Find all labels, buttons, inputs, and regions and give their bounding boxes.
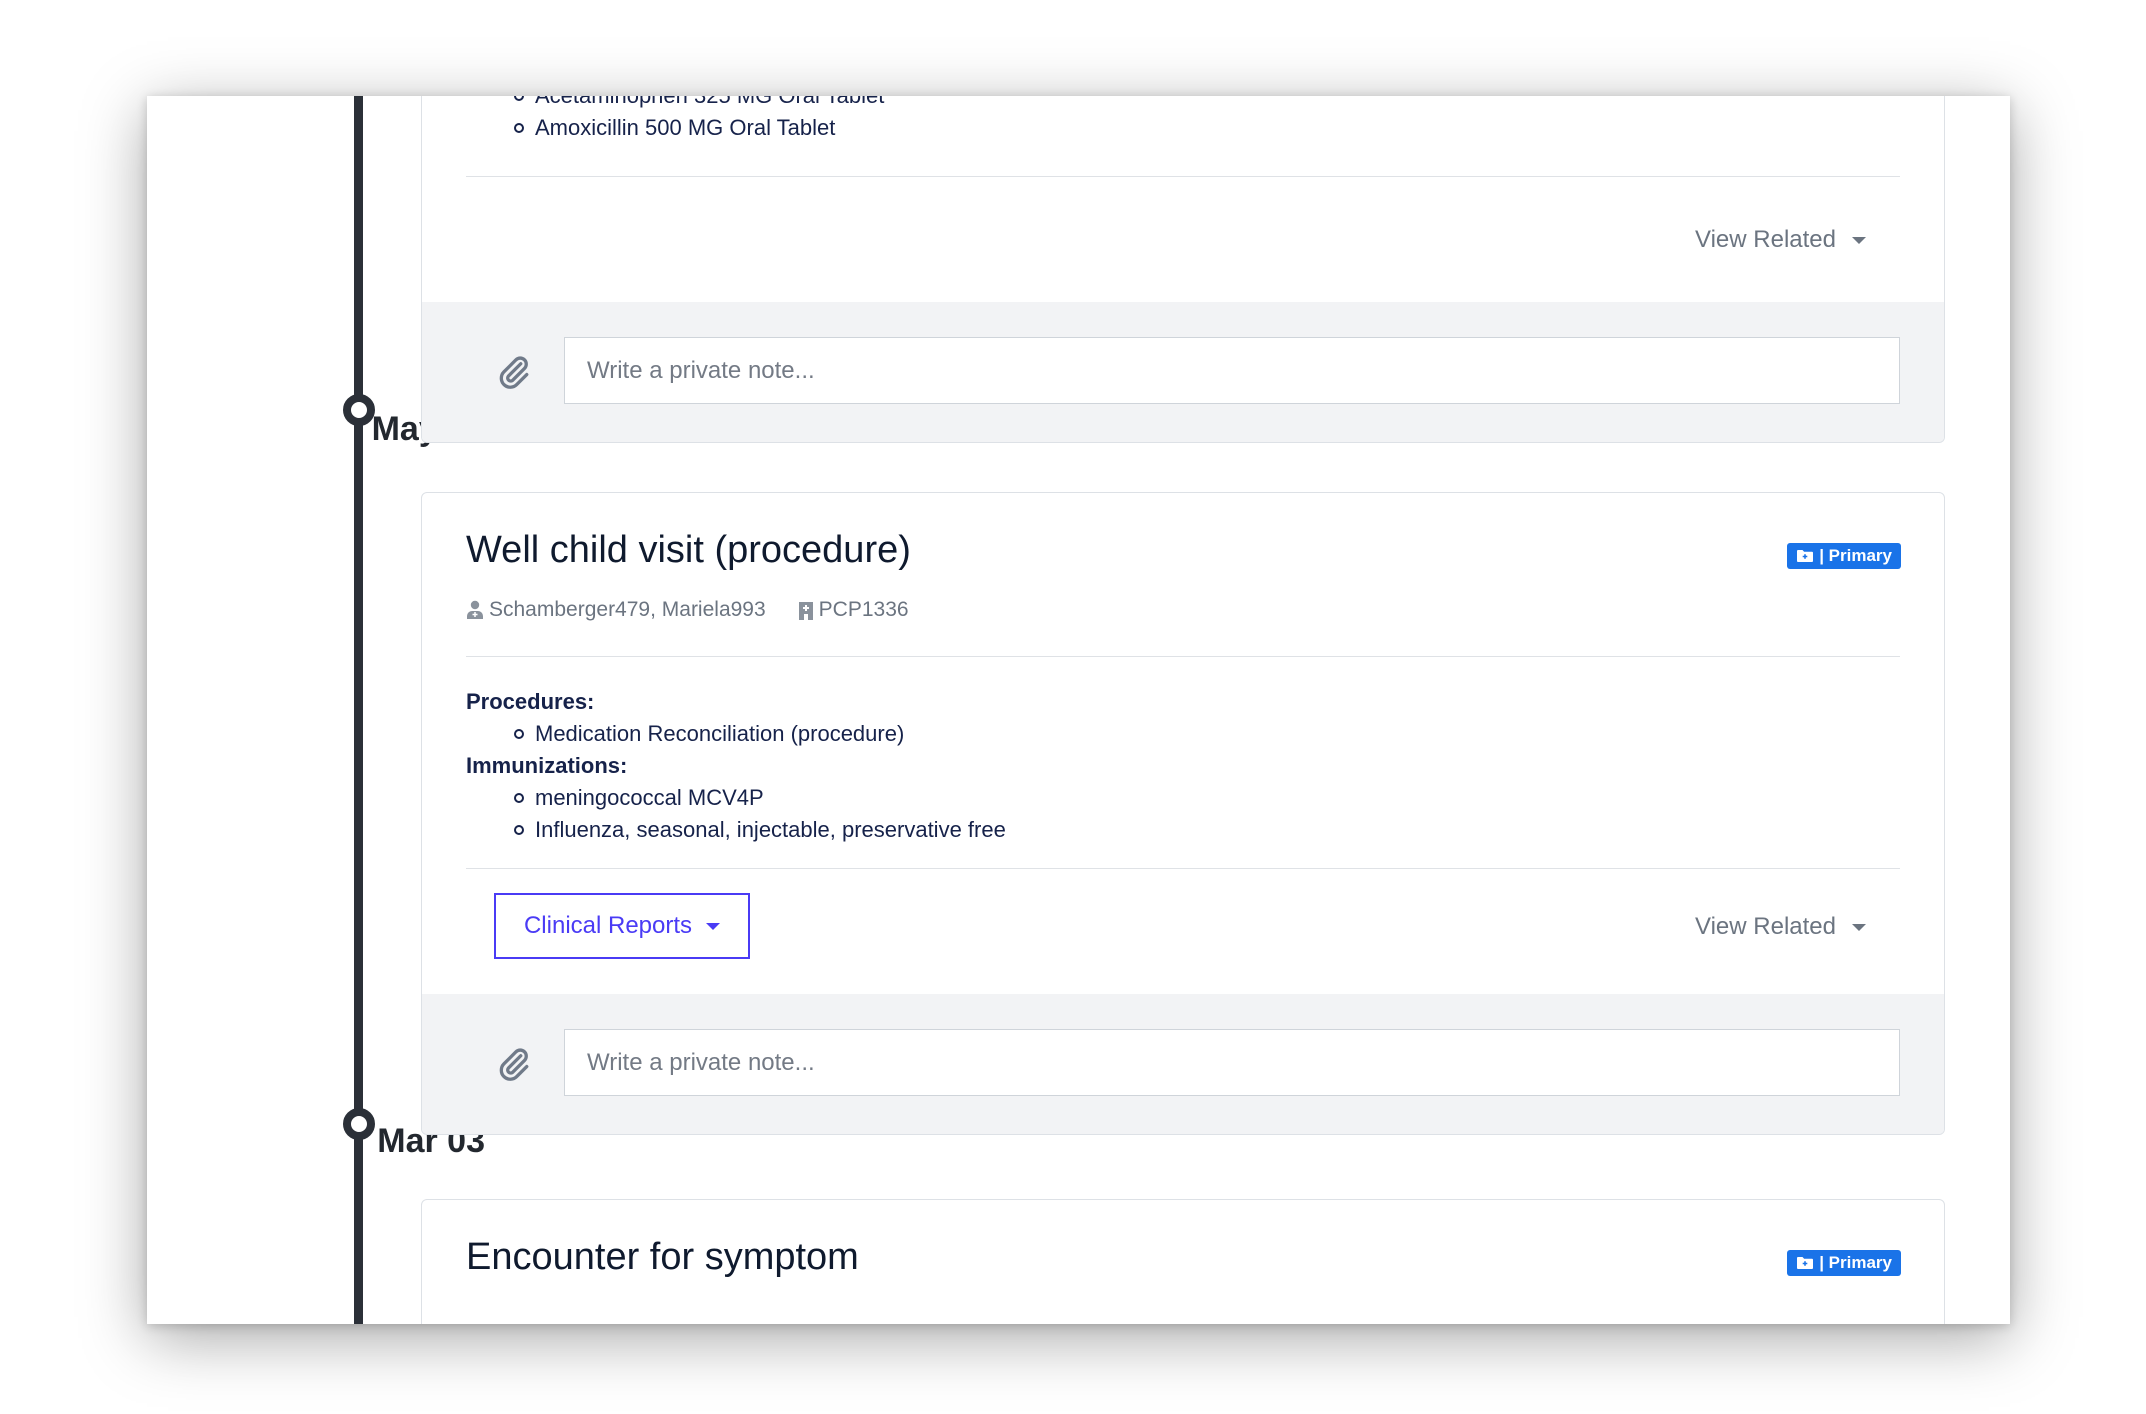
private-note-input[interactable] bbox=[564, 337, 1900, 404]
list-item: Amoxicillin 500 MG Oral Tablet bbox=[514, 115, 835, 141]
primary-badge: | Primary bbox=[1787, 1250, 1901, 1276]
bullet-icon bbox=[514, 825, 524, 835]
list-item: Influenza, seasonal, injectable, preserv… bbox=[514, 817, 1006, 843]
folder-plus-icon bbox=[1797, 1257, 1814, 1269]
bullet-icon bbox=[514, 96, 524, 101]
caret-down-icon bbox=[1852, 923, 1866, 931]
organization: PCP1336 bbox=[798, 598, 909, 622]
immunizations-label: Immunizations: bbox=[466, 753, 628, 778]
divider bbox=[466, 176, 1900, 177]
list-item: Acetaminophen 325 MG Oral Tablet bbox=[514, 96, 884, 109]
practitioner: Schamberger479, Mariela993 bbox=[466, 598, 766, 622]
view-related-dropdown[interactable]: View Related bbox=[1695, 913, 1866, 941]
timeline-window: 2018 May 28 2018 Mar 03 Acetaminophen 32… bbox=[147, 96, 2010, 1324]
procedures-label: Procedures: bbox=[466, 689, 595, 714]
paperclip-icon[interactable] bbox=[496, 1044, 532, 1084]
bullet-icon bbox=[514, 123, 524, 133]
divider bbox=[466, 656, 1900, 657]
list-item: Medication Reconciliation (procedure) bbox=[514, 721, 904, 747]
encounter-meta: Schamberger479, Mariela993 PCP1336 bbox=[466, 598, 909, 622]
caret-down-icon bbox=[1852, 236, 1866, 244]
encounter-card-previous: Acetaminophen 325 MG Oral Tablet Amoxici… bbox=[421, 96, 1945, 443]
encounter-title: Encounter for symptom bbox=[466, 1236, 859, 1278]
clinical-reports-button[interactable]: Clinical Reports bbox=[494, 893, 750, 959]
note-area bbox=[422, 302, 1944, 442]
hospital-icon bbox=[798, 602, 813, 620]
paperclip-icon[interactable] bbox=[496, 352, 532, 392]
primary-badge: | Primary bbox=[1787, 543, 1901, 569]
note-area bbox=[422, 994, 1944, 1134]
divider bbox=[466, 868, 1900, 869]
private-note-input[interactable] bbox=[564, 1029, 1900, 1096]
bullet-icon bbox=[514, 729, 524, 739]
encounter-card-symptom: Encounter for symptom | Primary bbox=[421, 1199, 1945, 1324]
timeline-node bbox=[343, 1108, 375, 1140]
user-md-icon bbox=[467, 600, 483, 619]
list-item: meningococcal MCV4P bbox=[514, 785, 764, 811]
view-related-dropdown[interactable]: View Related bbox=[1695, 226, 1866, 254]
encounter-card-well-child: Well child visit (procedure) | Primary S… bbox=[421, 492, 1945, 1135]
timeline-node bbox=[343, 394, 375, 426]
folder-plus-icon bbox=[1797, 550, 1814, 562]
bullet-icon bbox=[514, 793, 524, 803]
encounter-title: Well child visit (procedure) bbox=[466, 529, 911, 571]
caret-down-icon bbox=[706, 922, 721, 930]
